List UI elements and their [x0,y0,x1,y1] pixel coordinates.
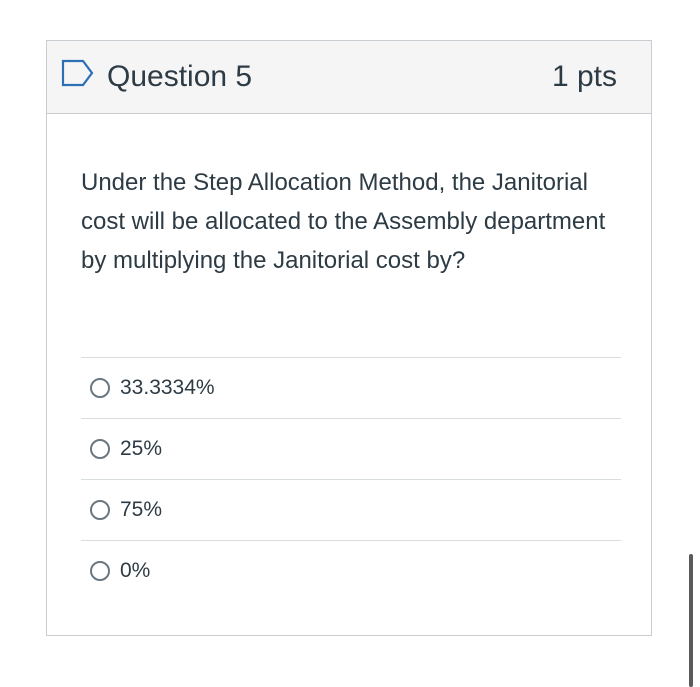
answer-option[interactable]: 75% [81,479,621,540]
question-header: Question 5 1 pts [47,41,651,114]
answer-label: 75% [120,498,163,521]
answer-label: 25% [120,437,163,460]
answer-option[interactable]: 33.3334% [81,357,621,418]
answer-list: 33.3334% 25% 75% 0% [81,357,621,601]
flag-question-icon[interactable] [61,59,95,87]
question-title: Question 5 [107,60,253,93]
scrollbar[interactable] [689,554,693,687]
radio-button[interactable] [90,561,110,581]
answer-label: 33.3334% [120,376,215,399]
answer-option[interactable]: 0% [81,540,621,601]
question-points: 1 pts [551,60,617,93]
radio-button[interactable] [90,439,110,459]
question-card: Question 5 1 pts Under the Step Allocati… [46,40,652,636]
answer-label: 0% [120,559,151,582]
radio-button[interactable] [90,378,110,398]
question-text: Under the Step Allocation Method, the Ja… [81,169,606,274]
radio-button[interactable] [90,500,110,520]
answer-option[interactable]: 25% [81,418,621,479]
